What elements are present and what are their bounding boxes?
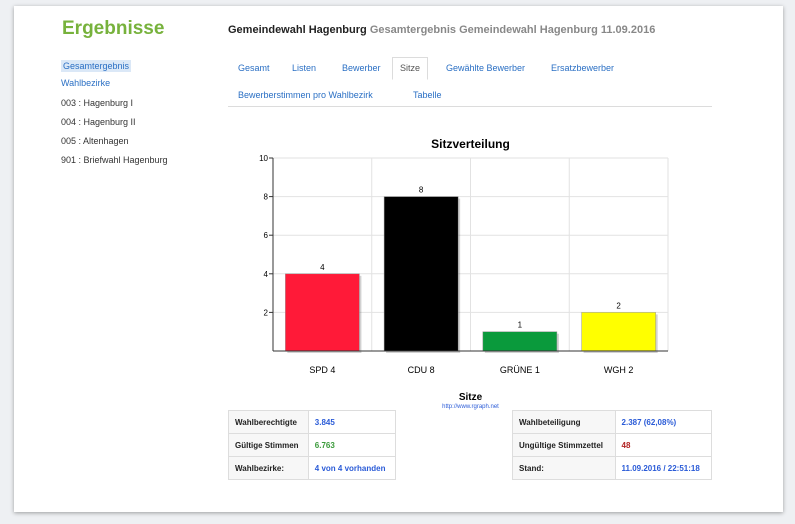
stats-row-wahlbeteiligung: Wahlbeteiligung 2.387 (62,08%) (512, 410, 713, 434)
stats-value: 3.845 (307, 410, 397, 434)
x-tick-label: CDU 8 (408, 365, 435, 375)
sidebar-district-list: 003 : Hagenburg I 004 : Hagenburg II 005… (61, 94, 168, 170)
bar-value-label: 4 (320, 263, 325, 272)
stats-row-wahlbezirke: Wahlbezirke: 4 von 4 vorhanden (228, 456, 397, 480)
stats-label: Wahlberechtigte (228, 410, 309, 434)
bar (581, 312, 656, 352)
tab-bewerber[interactable]: Bewerber (342, 63, 381, 73)
stats-value: 48 (614, 433, 713, 457)
tab-ersatzbewerber[interactable]: Ersatzbewerber (551, 63, 614, 73)
page-header: Gemeindewahl Hagenburg Gesamtergebnis Ge… (228, 24, 655, 36)
stats-label: Ungültige Stimmzettel (512, 433, 616, 457)
tab-sitze[interactable]: Sitze (392, 57, 429, 80)
page-title: Gemeindewahl Hagenburg (228, 24, 367, 36)
y-tick-label: 10 (259, 154, 268, 163)
page-subtitle: Gesamtergebnis Gemeindewahl Hagenburg 11… (369, 24, 656, 36)
stats-row-wahlberechtigte: Wahlberechtigte 3.845 (228, 410, 397, 434)
tab-bar: Gesamt Listen Bewerber Sitze Gewählte Be… (228, 57, 712, 107)
tab-tabelle[interactable]: Tabelle (413, 90, 442, 100)
stats-label: Wahlbezirke: (228, 456, 309, 480)
tab-bewerberstimmen[interactable]: Bewerberstimmen pro Wahlbezirk (238, 90, 373, 100)
sidebar-link-gesamtergebnis[interactable]: Gesamtergebnis (61, 60, 132, 72)
stats-value: 11.09.2016 / 22:51:18 (614, 456, 713, 480)
stats-table-right: Wahlbeteiligung 2.387 (62,08%) Ungültige… (512, 410, 713, 480)
bar (285, 273, 360, 352)
stats-value: 2.387 (62,08%) (614, 410, 713, 434)
y-tick-label: 4 (264, 270, 269, 279)
x-tick-label: WGH 2 (604, 365, 634, 375)
x-tick-label: SPD 4 (309, 365, 335, 375)
stats-row-gueltige-stimmen: Gültige Stimmen 6.763 (228, 433, 397, 457)
page-frame: Ergebnisse Gesamtergebnis Wahlbezirke 00… (14, 6, 783, 512)
y-tick-label: 6 (264, 231, 269, 240)
bar-value-label: 2 (616, 301, 621, 310)
tab-gewaehlte-bewerber[interactable]: Gewählte Bewerber (446, 63, 525, 73)
stats-table-left: Wahlberechtigte 3.845 Gültige Stimmen 6.… (228, 410, 397, 480)
sidebar-item-hagenburg-1[interactable]: 003 : Hagenburg I (61, 94, 168, 113)
stats-label: Wahlbeteiligung (512, 410, 616, 434)
bar-value-label: 1 (518, 321, 523, 330)
y-tick-label: 2 (264, 308, 269, 317)
sidebar-item-hagenburg-2[interactable]: 004 : Hagenburg II (61, 113, 168, 132)
stats-row-ungueltige: Ungültige Stimmzettel 48 (512, 433, 713, 457)
stats-value: 6.763 (307, 433, 397, 457)
sidebar-title: Ergebnisse (62, 18, 165, 39)
tab-listen[interactable]: Listen (292, 63, 316, 73)
seat-distribution-chart: Sitzverteilung 2 4 6 8 10 4 SPD 4 8 CDU 8 1 GRÜNE 1… (259, 137, 669, 410)
chart-title: Sitzverteilung (431, 137, 510, 151)
x-tick-label: GRÜNE 1 (500, 365, 540, 375)
tab-gesamt[interactable]: Gesamt (238, 63, 270, 73)
stats-row-stand: Stand: 11.09.2016 / 22:51:18 (512, 456, 713, 480)
chart-caption-link: http://www.rgraph.net (442, 404, 499, 410)
sidebar-item-briefwahl[interactable]: 901 : Briefwahl Hagenburg (61, 151, 168, 170)
sidebar-link-wahlbezirke[interactable]: Wahlbezirke (61, 78, 110, 88)
bar (383, 196, 459, 352)
bar-value-label: 8 (419, 186, 424, 195)
x-axis-label: Sitze (459, 392, 483, 403)
y-tick-label: 8 (264, 193, 269, 202)
stats-label: Gültige Stimmen (228, 433, 309, 457)
bar (482, 331, 558, 352)
sidebar-item-altenhagen[interactable]: 005 : Altenhagen (61, 132, 168, 151)
stats-value: 4 von 4 vorhanden (307, 456, 397, 480)
stats-label: Stand: (512, 456, 616, 480)
